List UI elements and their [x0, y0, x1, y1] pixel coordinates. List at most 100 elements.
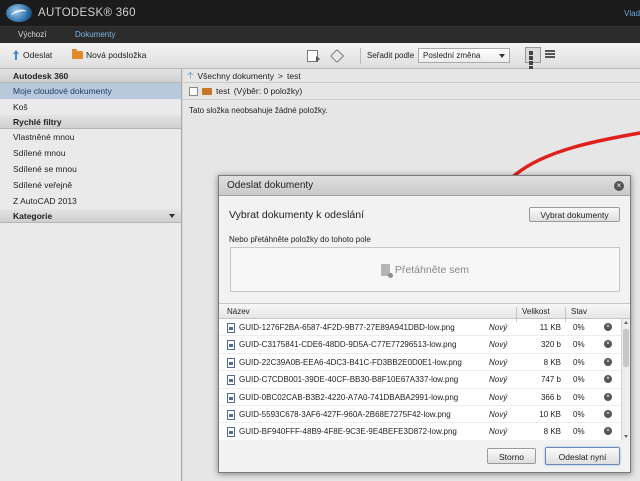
file-state: Nový [489, 340, 508, 350]
list-view-icon[interactable] [545, 50, 555, 60]
table-header: Název Velikost Stav [219, 304, 630, 322]
arrow-up-icon[interactable]: 🡡 [187, 68, 193, 84]
drop-hint: Nebo přetáhněte položky do tohoto pole [229, 235, 371, 244]
sidebar-section-categories[interactable]: Kategorie [0, 209, 181, 223]
file-size: 366 b [540, 392, 561, 402]
sidebar-item-trash[interactable]: Koš [0, 99, 181, 115]
column-header-name[interactable]: Název [227, 307, 250, 316]
tab-home[interactable]: Výchozí [18, 30, 46, 39]
sidebar-section-categories-label: Kategorie [13, 211, 53, 221]
file-name: GUID-22C39A0B-EEA6-4DC3-B41C-FD3BB2E0D0E… [239, 357, 462, 367]
upload-button-label: Odeslat [23, 50, 53, 60]
upload-button[interactable]: Odeslat [12, 50, 52, 60]
image-file-icon [227, 375, 235, 386]
remove-file-icon[interactable]: × [604, 340, 612, 349]
image-file-icon [227, 427, 235, 438]
file-name: GUID-C7CDB001-39DE-40CF-BB30-B8F10E67A33… [239, 375, 459, 385]
table-row[interactable]: GUID-C3175841-CDE6-48DD-9D5A-C77E7729651… [219, 336, 630, 354]
file-name: GUID-BF940FFF-48B9-4F8E-9C3E-9E4BEFE3D87… [239, 427, 457, 437]
file-state: Nový [489, 323, 508, 332]
chevron-down-icon [169, 214, 175, 218]
remove-file-icon[interactable]: × [604, 323, 612, 331]
file-progress: 0% [573, 323, 585, 332]
select-all-checkbox[interactable] [189, 86, 198, 96]
file-size: 747 b [540, 375, 561, 385]
scroll-thumb[interactable] [623, 329, 629, 367]
remove-file-icon[interactable]: × [604, 357, 612, 366]
image-file-icon [227, 340, 235, 351]
folder-icon [202, 87, 212, 95]
remove-file-icon[interactable]: × [604, 375, 612, 384]
remove-file-icon[interactable]: × [604, 427, 612, 436]
tab-documents[interactable]: Dokumenty [75, 30, 115, 39]
file-drop-icon [380, 263, 393, 278]
folder-name: test [216, 86, 230, 96]
sidebar-filter-shared-by-me[interactable]: Sdílené mnou [0, 145, 181, 161]
sidebar-filter-shared-with-me[interactable]: Sdílené se mnou [0, 161, 181, 177]
breadcrumb-root[interactable]: Všechny dokumenty [197, 71, 274, 81]
image-file-icon [227, 409, 235, 420]
new-folder-button-label: Nová podsložka [86, 50, 147, 60]
table-row[interactable]: GUID-0BC02CAB-B3B2-4220-A7A0-741DBABA299… [219, 389, 630, 406]
user-menu-link[interactable]: Vlad [624, 9, 640, 18]
column-header-status[interactable]: Stav [571, 307, 587, 316]
drop-zone[interactable]: Přetáhněte sem [230, 247, 620, 292]
file-size: 320 b [540, 340, 561, 350]
file-progress: 0% [573, 340, 585, 350]
scroll-up-icon[interactable] [624, 321, 628, 324]
sort-select-value: Poslední změna [423, 51, 481, 60]
column-header-size[interactable]: Velikost [522, 307, 550, 316]
cancel-button[interactable]: Storno [487, 448, 536, 464]
dialog-title-bar: Odeslat dokumenty × [219, 176, 630, 196]
file-size: 8 KB [543, 357, 561, 367]
table-row[interactable]: GUID-BF940FFF-48B9-4F8E-9C3E-9E4BEFE3D87… [219, 423, 630, 440]
table-row[interactable]: GUID-C7CDB001-39DE-40CF-BB30-B8F10E67A33… [219, 371, 630, 389]
folder-header-row: test (Výběr: 0 položky) [183, 83, 640, 100]
image-file-icon [227, 357, 235, 368]
file-name: GUID-0BC02CAB-B3B2-4220-A7A0-741DBABA299… [239, 392, 459, 402]
image-file-icon [227, 323, 235, 333]
remove-file-icon[interactable]: × [604, 409, 612, 418]
table-row[interactable]: GUID-5593C678-3AF6-427F-960A-2B68E7275F4… [219, 406, 630, 424]
sidebar-filter-shared-publicly[interactable]: Sdílené veřejně [0, 177, 181, 193]
upload-arrow-icon [12, 50, 20, 60]
new-folder-icon [72, 49, 83, 59]
drop-zone-label: Přetáhněte sem [394, 263, 470, 276]
sidebar-item-my-cloud-documents[interactable]: Moje cloudové dokumenty [0, 83, 181, 99]
image-file-icon [227, 392, 235, 403]
remove-file-icon[interactable]: × [604, 392, 612, 401]
table-row[interactable]: GUID-22C39A0B-EEA6-4DC3-B41C-FD3BB2E0D0E… [219, 354, 630, 372]
top-bar: AUTODESK® 360 Vlad [0, 0, 640, 27]
upload-dialog: Odeslat dokumenty × Vybrat dokumenty k o… [218, 175, 631, 473]
sort-select[interactable]: Poslední změna [418, 48, 510, 63]
sidebar-filter-owned-by-me[interactable]: Vlastněné mnou [0, 129, 181, 145]
app-brand: AUTODESK® 360 [38, 7, 136, 19]
dialog-title: Odeslat dokumenty [227, 180, 314, 191]
tab-bar: Výchozí Dokumenty [0, 27, 640, 43]
sidebar-section-quick-filters[interactable]: Rychlé filtry [0, 115, 181, 129]
select-documents-button[interactable]: Vybrat dokumenty [529, 207, 620, 222]
sidebar-filter-from-autocad[interactable]: Z AutoCAD 2013 [0, 193, 181, 209]
table-scrollbar[interactable] [621, 319, 630, 440]
tag-icon[interactable] [329, 48, 345, 64]
new-folder-button[interactable]: Nová podsložka [72, 49, 147, 60]
grid-view-icon[interactable] [525, 47, 541, 70]
toolbar-divider [360, 48, 361, 64]
file-name: GUID-C3175841-CDE6-48DD-9D5A-C77E7729651… [239, 340, 457, 350]
send-now-button[interactable]: Odeslat nyní [545, 447, 620, 465]
dialog-heading: Vybrat dokumenty k odeslání [229, 209, 365, 221]
scroll-down-icon[interactable] [624, 435, 628, 438]
sidebar-section-autodesk-360[interactable]: Autodesk 360 [0, 69, 181, 83]
file-name: GUID-5593C678-3AF6-427F-960A-2B68E7275F4… [239, 409, 451, 419]
file-state: Nový [489, 409, 508, 419]
file-rows: GUID-1276F2BA-6587-4F2D-9B77-27E89A941DB… [219, 319, 630, 440]
close-icon[interactable]: × [614, 181, 624, 191]
sidebar: Autodesk 360 Moje cloudové dokumenty Koš… [0, 69, 182, 481]
chevron-down-icon [499, 54, 505, 58]
move-document-icon[interactable] [307, 50, 320, 62]
file-progress: 0% [573, 427, 585, 437]
file-size: 8 KB [543, 427, 561, 437]
selection-count: (Výběr: 0 položky) [233, 86, 303, 96]
file-name: GUID-1276F2BA-6587-4F2D-9B77-27E89A941DB… [239, 323, 455, 332]
table-row[interactable]: GUID-1276F2BA-6587-4F2D-9B77-27E89A941DB… [219, 319, 630, 337]
